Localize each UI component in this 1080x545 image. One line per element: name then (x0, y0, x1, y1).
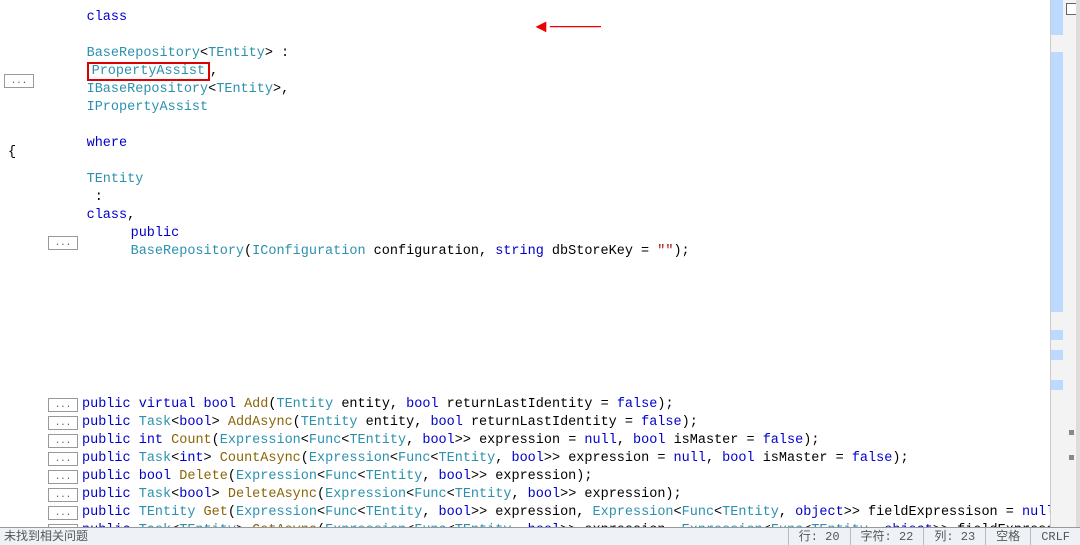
fold-box-icon[interactable]: ... (48, 236, 78, 250)
ruler-mark (1051, 52, 1063, 312)
status-tabs[interactable]: 空格 (985, 528, 1030, 545)
method-line-deleteAsync[interactable]: ...public Task<bool> DeleteAsync(Express… (0, 486, 1050, 504)
method-line-addAsync[interactable]: ...public Task<bool> AddAsync(TEntity en… (0, 414, 1050, 432)
type-baserepository: BaseRepository (87, 46, 200, 61)
fold-box-icon[interactable]: ... (48, 452, 78, 466)
code-editor[interactable]: ... public abstract class BaseRepository… (0, 0, 1050, 528)
status-col[interactable]: 列: 23 (923, 528, 985, 545)
status-encoding[interactable]: CRLF (1030, 528, 1080, 545)
ruler-mark (1051, 380, 1063, 390)
code-line-decl[interactable]: ... public abstract class BaseRepository… (0, 72, 1050, 90)
fold-box-icon[interactable]: ... (48, 434, 78, 448)
ruler-dot (1069, 455, 1074, 460)
type-tentity: TEntity (208, 46, 265, 61)
status-bar: 未找到相关问题 行: 20 字符: 22 列: 23 空格 CRLF (0, 527, 1080, 545)
fold-box-icon[interactable]: ... (4, 74, 34, 88)
blank-line (0, 306, 1050, 324)
fold-box-icon[interactable]: ... (48, 470, 78, 484)
keyword-class: class (87, 10, 128, 25)
annotation-arrow-icon: ◄──── (532, 20, 601, 32)
ruler-mark (1051, 350, 1063, 360)
method-line-get[interactable]: ...public TEntity Get(Expression<Func<TE… (0, 504, 1050, 522)
fold-box-icon[interactable]: ... (48, 488, 78, 502)
fold-box-icon[interactable]: ... (48, 506, 78, 520)
type-ipropertyassist: IPropertyAssist (87, 100, 209, 115)
method-line-add[interactable]: ...public virtual bool Add(TEntity entit… (0, 396, 1050, 414)
type-propertyassist-highlighted: PropertyAssist (87, 62, 210, 81)
status-char[interactable]: 字符: 22 (850, 528, 924, 545)
type-ibaserepository: IBaseRepository (87, 82, 209, 97)
fold-box-icon[interactable]: ... (48, 416, 78, 430)
status-issues[interactable]: 未找到相关问题 (0, 528, 88, 545)
method-line-count[interactable]: ...public int Count(Expression<Func<TEnt… (0, 432, 1050, 450)
panel-resize-handle[interactable] (1076, 0, 1080, 545)
fold-box-icon[interactable]: ... (48, 398, 78, 412)
ruler-mark (1051, 0, 1063, 35)
ctor-line[interactable]: ... public BaseRepository(IConfiguration… (0, 234, 1050, 252)
status-row[interactable]: 行: 20 (788, 528, 850, 545)
method-line-countAsync[interactable]: ...public Task<int> CountAsync(Expressio… (0, 450, 1050, 468)
ruler-dot (1069, 430, 1074, 435)
method-line-delete[interactable]: ...public bool Delete(Expression<Func<TE… (0, 468, 1050, 486)
ruler-mark (1051, 330, 1063, 340)
